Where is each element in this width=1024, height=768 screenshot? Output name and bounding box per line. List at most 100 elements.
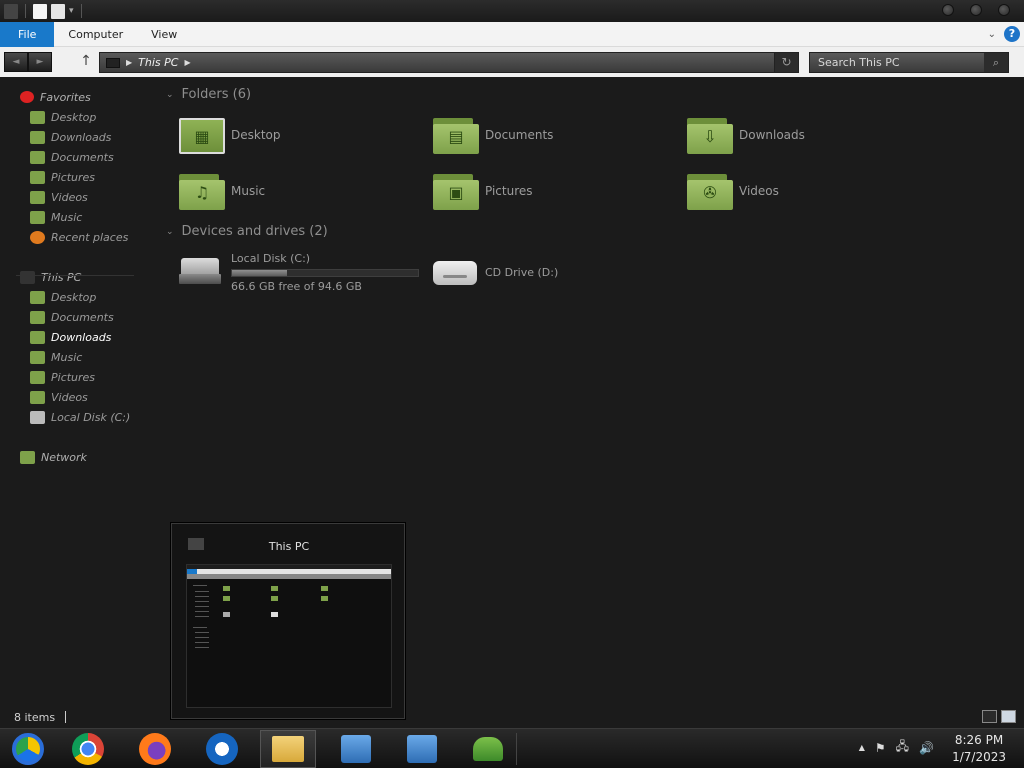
drive-local-disk-c[interactable]: Local Disk (C:) 66.6 GB free of 94.6 GB (179, 252, 419, 293)
folder-desktop[interactable]: ▦ Desktop (179, 113, 281, 157)
breadcrumb-this-pc[interactable]: This PC (138, 56, 178, 69)
sidebar-item-favorites-videos[interactable]: Videos (30, 188, 88, 206)
sidebar-item-label: Videos (51, 190, 88, 204)
taskbar-users[interactable] (460, 730, 516, 768)
sidebar-item-favorites-music[interactable]: Music (30, 208, 82, 226)
expand-ribbon-icon[interactable]: ⌄ (988, 29, 996, 40)
status-divider (65, 711, 67, 723)
refresh-button[interactable]: ↻ (774, 53, 798, 72)
sidebar-item-favorites-documents[interactable]: Documents (30, 148, 114, 166)
view-switcher (982, 710, 1016, 723)
large-icons-view-icon[interactable] (1001, 710, 1016, 723)
documents-icon (30, 310, 45, 324)
tab-view[interactable]: View (137, 22, 191, 47)
details-view-icon[interactable] (982, 710, 997, 723)
taskbar-firefox[interactable] (127, 730, 183, 768)
thumb-folder (271, 596, 278, 601)
qat-dropdown-icon[interactable]: ▾ (69, 6, 74, 16)
search-input[interactable] (810, 56, 980, 69)
folder-label: Documents (485, 128, 554, 142)
search-icon[interactable]: ⌕ (984, 53, 1008, 72)
folder-videos[interactable]: ✇ Videos (687, 169, 779, 213)
properties-icon[interactable] (33, 3, 47, 19)
collapse-icon[interactable]: ⌄ (166, 90, 174, 100)
maximize-button[interactable] (970, 4, 982, 16)
folder-documents[interactable]: ▤ Documents (433, 113, 553, 157)
taskbar-file-explorer[interactable] (260, 730, 316, 768)
pictures-folder-icon: ▣ (433, 172, 479, 210)
drive-label: Local Disk (C:) (231, 252, 311, 265)
folder-label: Videos (739, 184, 779, 198)
back-button[interactable]: ◄ (4, 52, 28, 72)
taskbar-network-setup[interactable] (328, 730, 384, 768)
devices-group-header[interactable]: ⌄ Devices and drives (2) (166, 224, 328, 239)
drive-cd-d[interactable]: CD Drive (D:) (433, 257, 558, 287)
quick-access-toolbar: ▾ (0, 0, 85, 22)
desktop-icon (30, 110, 45, 124)
monitor-icon[interactable] (4, 3, 18, 19)
up-button[interactable]: ↑ (78, 52, 94, 72)
folder-downloads[interactable]: ⇩ Downloads (687, 113, 805, 157)
documents-icon (30, 150, 45, 164)
taskbar-network-setup-2[interactable] (394, 730, 450, 768)
thumb-nav-line (195, 632, 209, 633)
folders-group-header[interactable]: ⌄ Folders (6) (166, 87, 251, 102)
thumb-addressbar (187, 574, 391, 579)
drive-label: CD Drive (D:) (485, 265, 559, 279)
breadcrumb-chevron-icon[interactable]: ▶ (184, 58, 190, 67)
forward-button[interactable]: ► (28, 52, 52, 72)
downloads-icon (30, 330, 45, 344)
videos-folder-icon: ✇ (687, 172, 733, 210)
sidebar-item-pc-pictures[interactable]: Pictures (30, 368, 95, 386)
cd-drive-icon (433, 257, 477, 287)
sidebar-item-pc-downloads[interactable]: Downloads (30, 328, 111, 346)
sidebar-item-pc-desktop[interactable]: Desktop (30, 288, 96, 306)
music-icon (30, 350, 45, 364)
title-bar: ▾ (0, 0, 1024, 22)
collapse-icon[interactable]: ⌄ (166, 227, 174, 237)
thumb-drive (223, 612, 230, 617)
action-center-flag-icon[interactable]: ⚑ (875, 741, 886, 755)
tab-computer[interactable]: Computer (54, 22, 137, 47)
network-icon[interactable]: 🖧 (896, 737, 909, 758)
thumb-nav-line (193, 627, 207, 628)
tab-file[interactable]: File (0, 21, 55, 47)
item-count: 8 items (14, 710, 56, 724)
sidebar-item-favorites-desktop[interactable]: Desktop (30, 108, 96, 126)
help-icon[interactable]: ? (1004, 26, 1020, 42)
taskbar-chrome[interactable] (60, 730, 116, 768)
show-hidden-icons-icon[interactable]: ▲ (859, 743, 865, 752)
taskbar-mail[interactable] (194, 730, 250, 768)
search-box: ⌕ (809, 52, 1009, 73)
network-icon (20, 450, 35, 464)
taskbar-thumbnail-preview[interactable]: This PC (171, 523, 405, 719)
window-thumbnail[interactable] (186, 564, 392, 708)
volume-icon[interactable]: 🔊 (919, 741, 934, 755)
thumb-folder (321, 586, 328, 591)
sidebar-item-recent-places[interactable]: Recent places (30, 228, 128, 246)
sidebar-item-label: Downloads (51, 330, 112, 344)
drive-icon (30, 410, 45, 424)
taskbar-clock[interactable]: 8:26 PM 1/7/2023 (952, 732, 1006, 766)
sidebar-item-pc-videos[interactable]: Videos (30, 388, 88, 406)
sidebar-item-pc-documents[interactable]: Documents (30, 308, 114, 326)
sidebar-item-favorites[interactable]: Favorites (20, 88, 91, 106)
minimize-button[interactable] (942, 4, 954, 16)
folder-label: Desktop (231, 128, 281, 142)
sidebar-item-network[interactable]: Network (20, 448, 87, 466)
close-button[interactable] (998, 4, 1010, 16)
sidebar-item-pc-music[interactable]: Music (30, 348, 82, 366)
sidebar-item-local-disk[interactable]: Local Disk (C:) (30, 408, 130, 426)
videos-icon (30, 190, 45, 204)
sidebar-item-favorites-downloads[interactable]: Downloads (30, 128, 111, 146)
folder-pictures[interactable]: ▣ Pictures (433, 169, 533, 213)
new-folder-icon[interactable] (51, 3, 65, 19)
sidebar-item-favorites-pictures[interactable]: Pictures (30, 168, 95, 186)
taskbar-chromium[interactable] (0, 730, 56, 768)
address-bar[interactable]: ▶ This PC ▶ ↻ (99, 52, 799, 73)
breadcrumb-separator-icon[interactable]: ▶ (126, 58, 132, 67)
folder-music[interactable]: ♫ Music (179, 169, 265, 213)
clock-time: 8:26 PM (954, 733, 1004, 747)
sidebar-item-this-pc[interactable]: This PC (20, 268, 81, 286)
thumb-folder (271, 586, 278, 591)
